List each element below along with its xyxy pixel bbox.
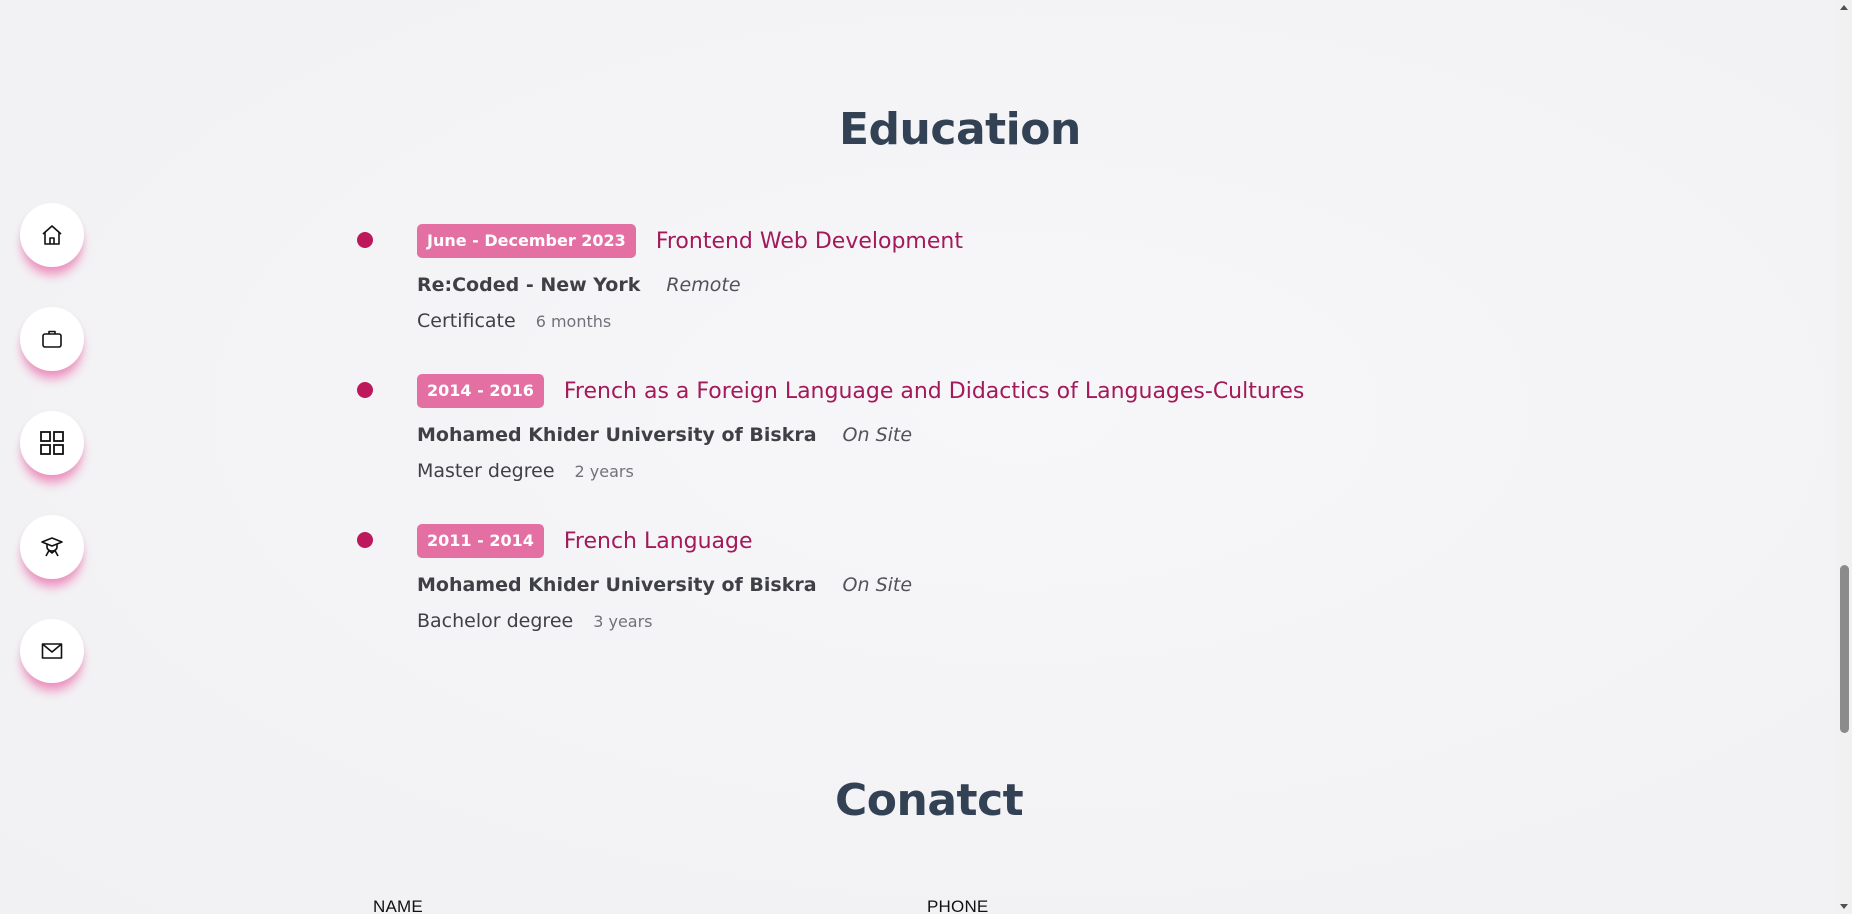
- phone-field-label: PHONE: [927, 897, 989, 914]
- page: Education June - December 2023 Frontend …: [0, 0, 1852, 914]
- date-badge: 2011 - 2014: [417, 524, 544, 558]
- nav-projects-button[interactable]: [20, 411, 84, 475]
- program-title: Frontend Web Development: [655, 228, 963, 254]
- school-name: Mohamed Khider University of Biskra: [417, 424, 817, 446]
- school-name: Mohamed Khider University of Biskra: [417, 574, 817, 596]
- date-badge: 2014 - 2016: [417, 374, 544, 408]
- study-mode: On Site: [842, 424, 913, 446]
- education-heading: Education: [839, 104, 1081, 155]
- timeline-dot: [357, 382, 373, 398]
- grid-icon: [40, 431, 64, 455]
- timeline-dot: [357, 532, 373, 548]
- date-badge: June - December 2023: [417, 224, 636, 258]
- education-timeline: June - December 2023 Frontend Web Develo…: [357, 222, 1357, 672]
- scroll-up-arrow-icon[interactable]: [1840, 5, 1848, 10]
- degree-level: Certificate: [417, 310, 516, 332]
- nav-home-button[interactable]: [20, 203, 84, 267]
- mail-icon: [41, 643, 63, 659]
- graduate-icon: [41, 537, 63, 557]
- duration: 2 years: [574, 462, 634, 481]
- education-item: 2014 - 2016 French as a Foreign Language…: [357, 372, 1357, 522]
- program-title: French Language: [563, 528, 753, 554]
- study-mode: Remote: [666, 274, 741, 296]
- education-item: June - December 2023 Frontend Web Develo…: [357, 222, 1357, 372]
- duration: 6 months: [535, 312, 612, 331]
- program-title: French as a Foreign Language and Didacti…: [563, 378, 1305, 404]
- side-nav: [20, 203, 84, 683]
- degree-level: Master degree: [417, 460, 555, 482]
- study-mode: On Site: [842, 574, 913, 596]
- scroll-down-arrow-icon[interactable]: [1840, 904, 1848, 909]
- degree-level: Bachelor degree: [417, 610, 574, 632]
- school-name: Re:Coded - New York: [417, 274, 641, 296]
- timeline-dot: [357, 232, 373, 248]
- nav-education-button[interactable]: [20, 515, 84, 579]
- home-icon: [42, 225, 62, 245]
- vertical-scrollbar[interactable]: [1836, 0, 1852, 914]
- education-item: 2011 - 2014 French Language Mohamed Khid…: [357, 522, 1357, 672]
- scroll-thumb[interactable]: [1840, 565, 1849, 733]
- duration: 3 years: [593, 612, 653, 631]
- contact-heading: Conatct: [835, 775, 1024, 826]
- nav-work-button[interactable]: [20, 307, 84, 371]
- nav-contact-button[interactable]: [20, 619, 84, 683]
- name-field-label: NAME: [373, 897, 423, 914]
- briefcase-icon: [42, 330, 62, 348]
